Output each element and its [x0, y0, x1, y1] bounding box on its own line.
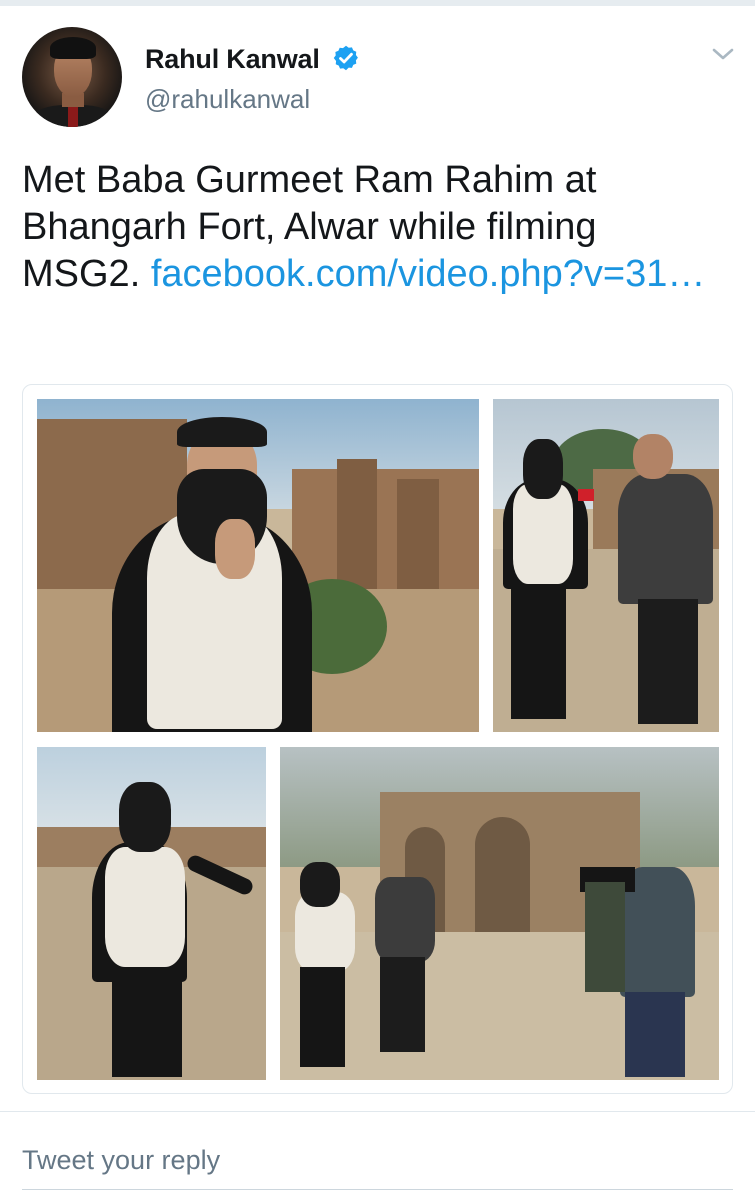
chevron-down-icon[interactable]	[711, 45, 735, 63]
reporter-legs	[380, 957, 425, 1052]
person-legs	[511, 584, 566, 719]
tweet-link[interactable]: facebook.com/video.php?v=31…	[151, 253, 706, 295]
author-name[interactable]: Rahul Kanwal	[145, 44, 320, 75]
person-head	[119, 782, 171, 852]
avatar-hair	[50, 37, 96, 59]
person-head	[523, 439, 563, 499]
reporter-jacket	[618, 474, 713, 604]
photo-2[interactable]	[493, 399, 719, 732]
reply-underline	[22, 1189, 733, 1190]
avatar[interactable]	[22, 27, 122, 127]
ruin-pillar	[337, 459, 377, 589]
ruin-pillar	[397, 479, 439, 589]
top-divider	[0, 0, 755, 6]
person-legs	[300, 967, 345, 1067]
microphone	[578, 489, 594, 501]
photo-3[interactable]	[37, 747, 266, 1080]
ruin-wall-right	[292, 469, 479, 589]
cameraman-jeans	[625, 992, 685, 1077]
photo-1[interactable]	[37, 399, 479, 732]
person-legs	[112, 967, 182, 1077]
person-vest	[105, 847, 185, 967]
verified-badge-icon	[333, 45, 358, 71]
avatar-tie	[68, 107, 78, 127]
tweet-text: Met Baba Gurmeet Ram Rahim at Bhangarh F…	[22, 157, 722, 298]
cameraman-2	[585, 882, 625, 992]
reply-input[interactable]	[22, 1138, 722, 1182]
reply-divider	[0, 1111, 755, 1112]
person-hair	[177, 417, 267, 447]
reporter-jacket	[375, 877, 435, 962]
folded-hands	[215, 519, 255, 579]
arch-opening	[475, 817, 530, 937]
person-vest	[513, 484, 573, 584]
person-head	[300, 862, 340, 907]
author-handle[interactable]: @rahulkanwal	[145, 84, 310, 115]
reporter-face	[633, 434, 673, 479]
reporter-legs	[638, 599, 698, 724]
photo-4[interactable]	[280, 747, 719, 1080]
